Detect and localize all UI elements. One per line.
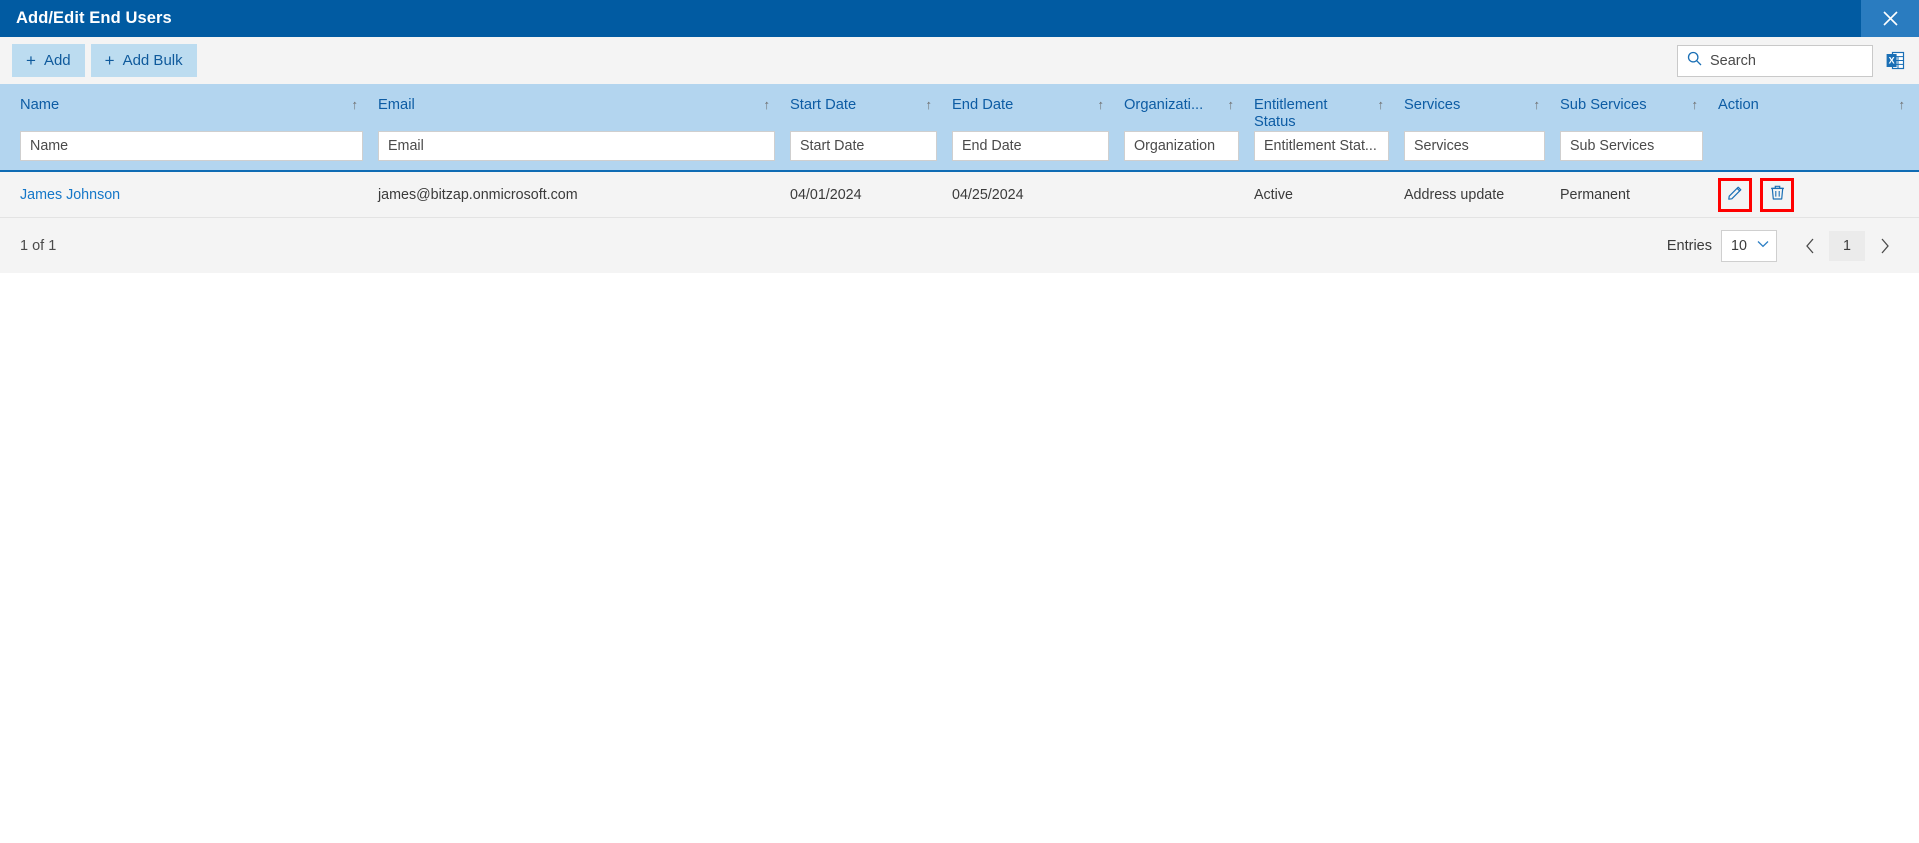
- page-number-1[interactable]: 1: [1829, 230, 1865, 261]
- pagination-group: Entries 10 1: [1666, 229, 1899, 262]
- column-header-end-date[interactable]: End Date ↑: [946, 84, 1118, 131]
- window-title: Add/Edit End Users: [16, 9, 172, 27]
- column-label: Services: [1404, 97, 1461, 113]
- toolbar-right-group: X: [1677, 44, 1905, 77]
- entries-label: Entries: [1666, 237, 1712, 254]
- sort-ascending-icon[interactable]: ↑: [1692, 97, 1699, 113]
- filter-input-sub-services[interactable]: [1560, 131, 1703, 161]
- end-users-table: Name ↑ Email ↑ Start Date ↑ End Date ↑ O…: [0, 84, 1919, 217]
- column-header-email[interactable]: Email ↑: [372, 84, 784, 131]
- filter-cell-action-empty: [1712, 131, 1919, 171]
- chevron-down-icon: [1757, 240, 1769, 251]
- column-label: Organizati...: [1124, 97, 1204, 113]
- row-entitlement-status: Active: [1254, 186, 1293, 203]
- column-header-action[interactable]: Action ↑: [1712, 84, 1919, 131]
- delete-row-button[interactable]: [1760, 177, 1794, 212]
- row-sub-services: Permanent: [1560, 186, 1630, 203]
- column-header-services[interactable]: Services ↑: [1398, 84, 1554, 131]
- column-label: Start Date: [790, 97, 857, 113]
- close-icon: [1882, 10, 1899, 27]
- sort-ascending-icon[interactable]: ↑: [926, 97, 933, 113]
- row-email: james@bitzap.onmicrosoft.com: [378, 186, 578, 203]
- filter-input-name[interactable]: [20, 131, 363, 161]
- search-icon: [1687, 51, 1702, 71]
- filter-input-organization[interactable]: [1124, 131, 1239, 161]
- plus-icon: +: [26, 51, 36, 70]
- column-label: Entitlement Status: [1254, 97, 1328, 130]
- sort-ascending-icon[interactable]: ↑: [1228, 97, 1235, 113]
- entries-per-page-value: 10: [1731, 237, 1747, 254]
- edit-pencil-icon: [1727, 184, 1744, 205]
- filter-input-start-date[interactable]: [790, 131, 937, 161]
- column-header-start-date[interactable]: Start Date ↑: [784, 84, 946, 131]
- plus-icon: +: [104, 51, 115, 70]
- row-services: Address update: [1404, 186, 1505, 203]
- table-row[interactable]: James Johnson james@bitzap.onmicrosoft.c…: [0, 170, 1919, 217]
- empty-page-area: [0, 273, 1919, 813]
- edit-row-button[interactable]: [1718, 177, 1752, 212]
- column-header-entitlement-status[interactable]: Entitlement Status ↑: [1248, 84, 1398, 131]
- filter-input-end-date[interactable]: [952, 131, 1109, 161]
- row-start-date: 04/01/2024: [790, 186, 862, 203]
- table-footer: 1 of 1 Entries 10 1: [0, 217, 1919, 273]
- column-header-organization[interactable]: Organizati... ↑: [1118, 84, 1248, 131]
- delete-trash-icon: [1769, 184, 1786, 205]
- svg-text:X: X: [1889, 56, 1895, 66]
- column-label: Sub Services: [1560, 97, 1647, 113]
- filter-input-entitlement-status[interactable]: [1254, 131, 1389, 161]
- sort-ascending-icon[interactable]: ↑: [352, 97, 359, 113]
- filter-input-services[interactable]: [1404, 131, 1545, 161]
- row-name-link[interactable]: James Johnson: [20, 187, 120, 203]
- add-button-label: Add: [43, 52, 71, 69]
- row-end-date: 04/25/2024: [952, 186, 1024, 203]
- sort-ascending-icon[interactable]: ↑: [1098, 97, 1105, 113]
- entries-per-page-select[interactable]: 10: [1721, 229, 1777, 262]
- table-filter-row: [0, 131, 1919, 171]
- sort-ascending-icon[interactable]: ↑: [1899, 97, 1906, 113]
- row-action-group: [1718, 177, 1919, 212]
- table-header-row: Name ↑ Email ↑ Start Date ↑ End Date ↑ O…: [0, 84, 1919, 131]
- column-label: Email: [378, 97, 415, 113]
- search-box[interactable]: [1677, 44, 1873, 77]
- column-header-sub-services[interactable]: Sub Services ↑: [1554, 84, 1712, 131]
- close-button[interactable]: [1861, 0, 1919, 37]
- previous-page-button[interactable]: [1795, 231, 1825, 261]
- excel-export-icon[interactable]: X: [1886, 51, 1905, 70]
- record-count-text: 1 of 1: [20, 237, 57, 254]
- column-header-name[interactable]: Name ↑: [0, 84, 372, 131]
- pager: 1: [1795, 230, 1899, 261]
- toolbar: + Add + Add Bulk X: [0, 37, 1919, 84]
- column-label: End Date: [952, 97, 1014, 113]
- add-button[interactable]: + Add: [12, 44, 85, 77]
- sort-ascending-icon[interactable]: ↑: [1534, 97, 1541, 113]
- column-label: Name: [20, 97, 60, 113]
- window-title-bar: Add/Edit End Users: [0, 0, 1919, 37]
- add-bulk-button[interactable]: + Add Bulk: [90, 44, 197, 77]
- sort-ascending-icon[interactable]: ↑: [764, 97, 771, 113]
- add-bulk-button-label: Add Bulk: [122, 52, 183, 69]
- filter-input-email[interactable]: [378, 131, 775, 161]
- sort-ascending-icon[interactable]: ↑: [1378, 97, 1385, 113]
- column-label: Action: [1718, 97, 1759, 113]
- next-page-button[interactable]: [1869, 231, 1899, 261]
- search-input[interactable]: [1710, 52, 1863, 69]
